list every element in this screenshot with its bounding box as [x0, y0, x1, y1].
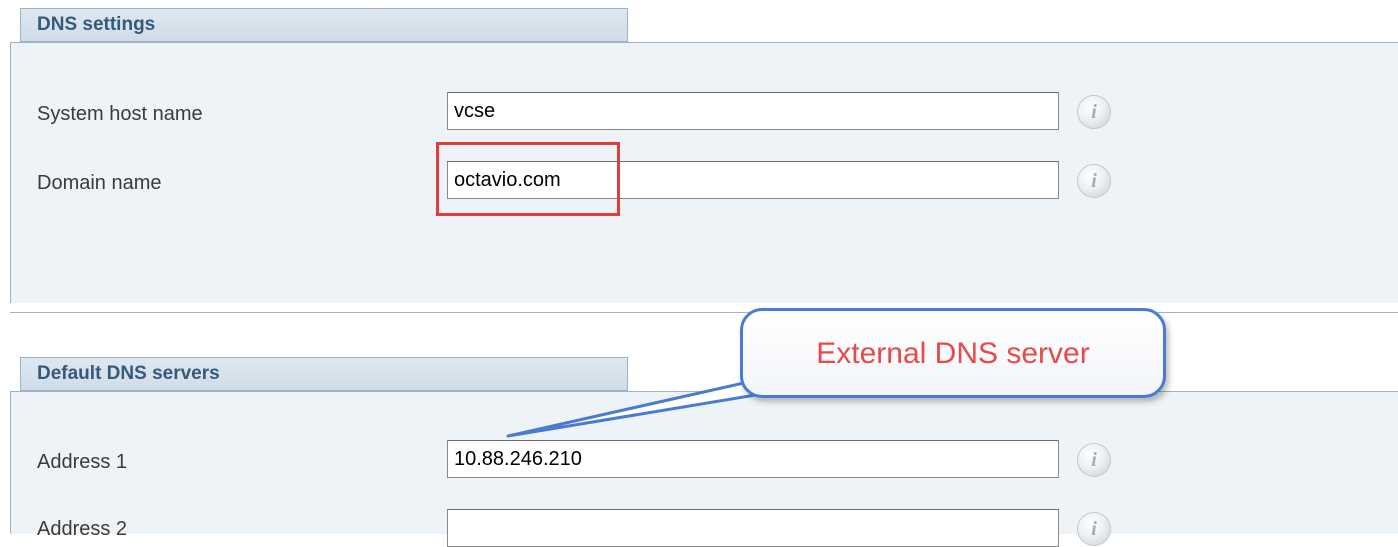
system-host-name-input[interactable] [447, 92, 1059, 130]
address-2-input[interactable] [447, 509, 1059, 547]
external-dns-callout: External DNS server [740, 308, 1166, 398]
default-dns-servers-header: Default DNS servers [20, 357, 628, 391]
info-icon[interactable]: i [1077, 443, 1111, 477]
dns-settings-header: DNS settings [20, 8, 628, 42]
address-1-input[interactable] [447, 440, 1059, 478]
info-icon[interactable]: i [1077, 512, 1111, 546]
address-2-label: Address 2 [37, 518, 128, 540]
info-icon[interactable]: i [1077, 164, 1111, 198]
section-divider [10, 312, 1398, 313]
system-host-name-label: System host name [37, 103, 203, 125]
domain-name-highlight [436, 142, 620, 216]
domain-name-label: Domain name [37, 172, 162, 194]
address-1-label: Address 1 [37, 451, 128, 473]
info-icon[interactable]: i [1077, 95, 1111, 129]
